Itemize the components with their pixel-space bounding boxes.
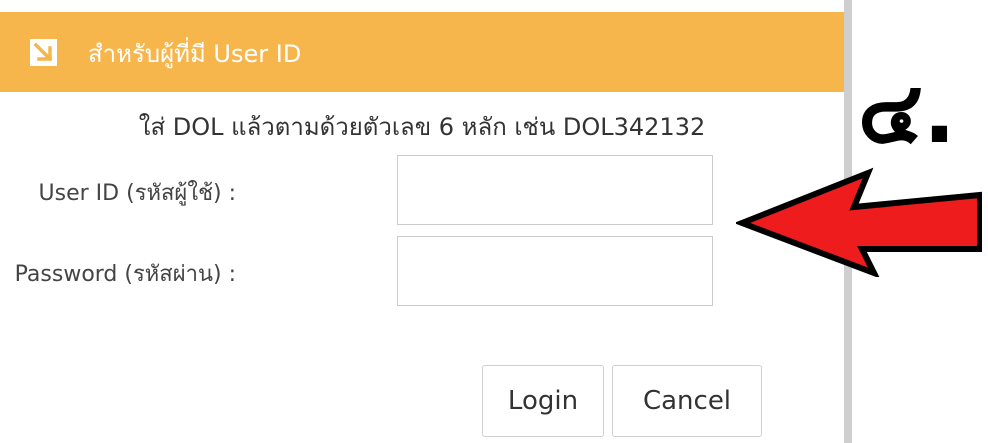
password-input[interactable] [397, 236, 713, 306]
panel-header: สำหรับผู้ที่มี User ID [0, 12, 844, 92]
screen: สำหรับผู้ที่มี User ID ใส่ DOL แล้วตามด้… [0, 0, 988, 443]
instruction-text: ใส่ DOL แล้วตามด้วยตัวเลข 6 หลัก เช่น DO… [138, 113, 706, 141]
password-label: Password (รหัสผ่าน) : [14, 262, 236, 287]
cancel-button[interactable]: Cancel [612, 365, 762, 437]
login-panel: สำหรับผู้ที่มี User ID ใส่ DOL แล้วตามด้… [0, 0, 844, 443]
login-button[interactable]: Login [482, 365, 604, 437]
user-id-label: User ID (รหัสผู้ใช้) : [38, 181, 236, 206]
panel-title: สำหรับผู้ที่มี User ID [88, 40, 302, 68]
step-number: ๔. [858, 63, 956, 163]
red-arrow-left-icon [736, 167, 982, 277]
arrow-down-right-icon [30, 39, 57, 66]
user-id-input[interactable] [397, 155, 713, 225]
